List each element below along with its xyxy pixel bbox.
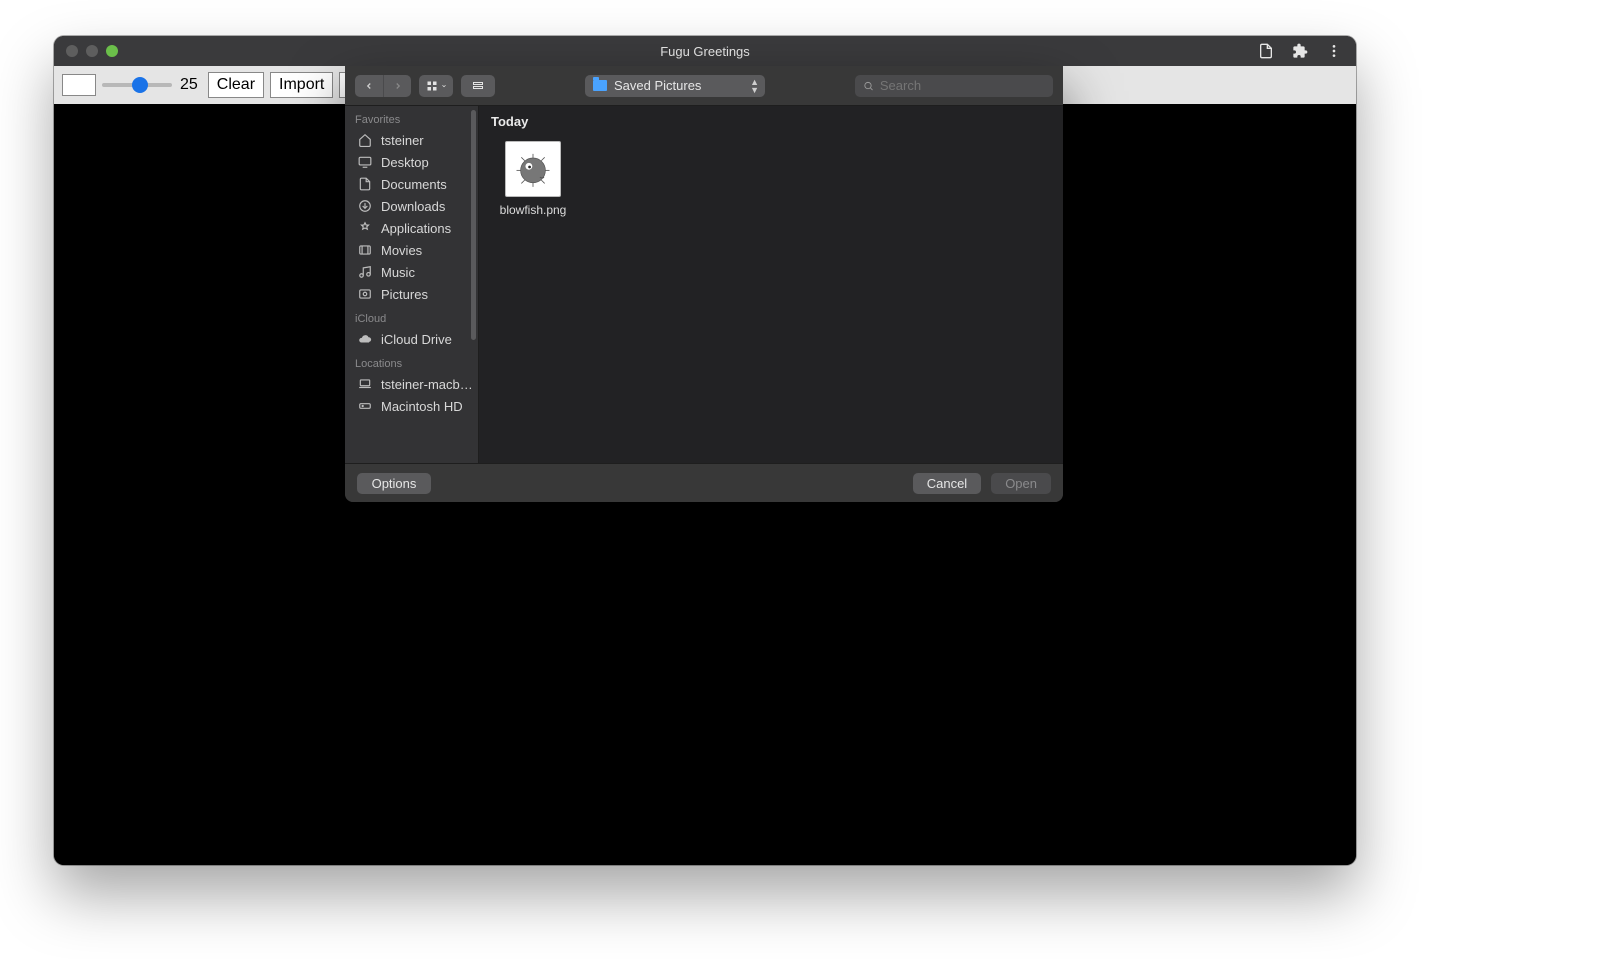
sidebar-item-label: Macintosh HD (381, 399, 463, 414)
downloads-icon (357, 198, 373, 214)
clear-button[interactable]: Clear (208, 72, 264, 98)
path-label: Saved Pictures (614, 78, 701, 93)
import-button[interactable]: Import (270, 72, 333, 98)
file-name: blowfish.png (500, 203, 567, 217)
cloud-icon (357, 331, 373, 347)
brush-size-value: 25 (180, 76, 198, 94)
dialog-footer: Options Cancel Open (345, 464, 1063, 502)
laptop-icon (357, 376, 373, 392)
sidebar-item-home[interactable]: tsteiner (345, 129, 478, 151)
sidebar-item-label: iCloud Drive (381, 332, 452, 347)
sidebar-item-label: tsteiner (381, 133, 424, 148)
sidebar-item-label: Music (381, 265, 415, 280)
group-header: Today (479, 106, 1063, 133)
sidebar-item-label: Movies (381, 243, 422, 258)
sidebar-item-label: Applications (381, 221, 451, 236)
view-mode-button[interactable] (419, 75, 453, 97)
nav-forward-button[interactable] (383, 75, 411, 97)
sidebar-item-music[interactable]: Music (345, 261, 478, 283)
desktop-icon (357, 154, 373, 170)
scrollbar-thumb[interactable] (471, 110, 476, 340)
search-field[interactable] (855, 75, 1053, 97)
sidebar-section-locations: Locations (345, 350, 478, 373)
applications-icon (357, 220, 373, 236)
search-icon (863, 80, 874, 92)
file-item[interactable]: blowfish.png (491, 141, 575, 217)
dialog-body: Favorites tsteiner Desktop Documents Dow… (345, 106, 1063, 464)
sidebar-item-applications[interactable]: Applications (345, 217, 478, 239)
chevron-updown-icon: ▲▼ (750, 78, 759, 94)
minimize-window-button[interactable] (86, 45, 98, 57)
file-thumbnail (505, 141, 561, 197)
folder-icon (593, 80, 607, 91)
window-controls (54, 45, 118, 57)
close-window-button[interactable] (66, 45, 78, 57)
sidebar-item-pictures[interactable]: Pictures (345, 283, 478, 305)
app-window: Fugu Greetings 25 Clear Import Export (54, 36, 1356, 865)
sidebar-item-label: Downloads (381, 199, 445, 214)
sidebar-item-label: tsteiner-macb… (381, 377, 473, 392)
sidebar-item-downloads[interactable]: Downloads (345, 195, 478, 217)
path-dropdown[interactable]: Saved Pictures ▲▼ (585, 75, 765, 97)
more-icon[interactable] (1326, 43, 1342, 59)
document-icon[interactable] (1258, 43, 1274, 59)
options-button[interactable]: Options (357, 473, 431, 494)
open-button[interactable]: Open (991, 473, 1051, 494)
nav-segment (355, 75, 411, 97)
search-input[interactable] (880, 78, 1045, 93)
sidebar-item-documents[interactable]: Documents (345, 173, 478, 195)
extension-icon[interactable] (1292, 43, 1308, 59)
sidebar-item-label: Documents (381, 177, 447, 192)
file-list: Today (479, 106, 1063, 463)
file-dialog-sidebar: Favorites tsteiner Desktop Documents Dow… (345, 106, 479, 463)
group-by-button[interactable] (461, 75, 495, 97)
sidebar-item-laptop[interactable]: tsteiner-macb… (345, 373, 478, 395)
sidebar-item-desktop[interactable]: Desktop (345, 151, 478, 173)
file-open-dialog: Saved Pictures ▲▼ Favorites tsteiner Des… (345, 66, 1063, 502)
music-icon (357, 264, 373, 280)
sidebar-item-macintosh-hd[interactable]: Macintosh HD (345, 395, 478, 417)
sidebar-item-movies[interactable]: Movies (345, 239, 478, 261)
brush-size-slider[interactable] (102, 76, 172, 94)
color-swatch[interactable] (62, 74, 96, 96)
window-title: Fugu Greetings (54, 44, 1356, 59)
home-icon (357, 132, 373, 148)
fullscreen-window-button[interactable] (106, 45, 118, 57)
sidebar-section-icloud: iCloud (345, 305, 478, 328)
sidebar-item-icloud-drive[interactable]: iCloud Drive (345, 328, 478, 350)
disk-icon (357, 398, 373, 414)
cancel-button[interactable]: Cancel (913, 473, 981, 494)
pictures-icon (357, 286, 373, 302)
dialog-toolbar: Saved Pictures ▲▼ (345, 66, 1063, 106)
titlebar: Fugu Greetings (54, 36, 1356, 66)
titlebar-actions (1258, 43, 1356, 59)
file-grid: blowfish.png (479, 133, 1063, 225)
nav-back-button[interactable] (355, 75, 383, 97)
sidebar-scrollbar[interactable] (471, 110, 476, 459)
sidebar-item-label: Pictures (381, 287, 428, 302)
sidebar-section-favorites: Favorites (345, 106, 478, 129)
documents-icon (357, 176, 373, 192)
sidebar-item-label: Desktop (381, 155, 429, 170)
movies-icon (357, 242, 373, 258)
